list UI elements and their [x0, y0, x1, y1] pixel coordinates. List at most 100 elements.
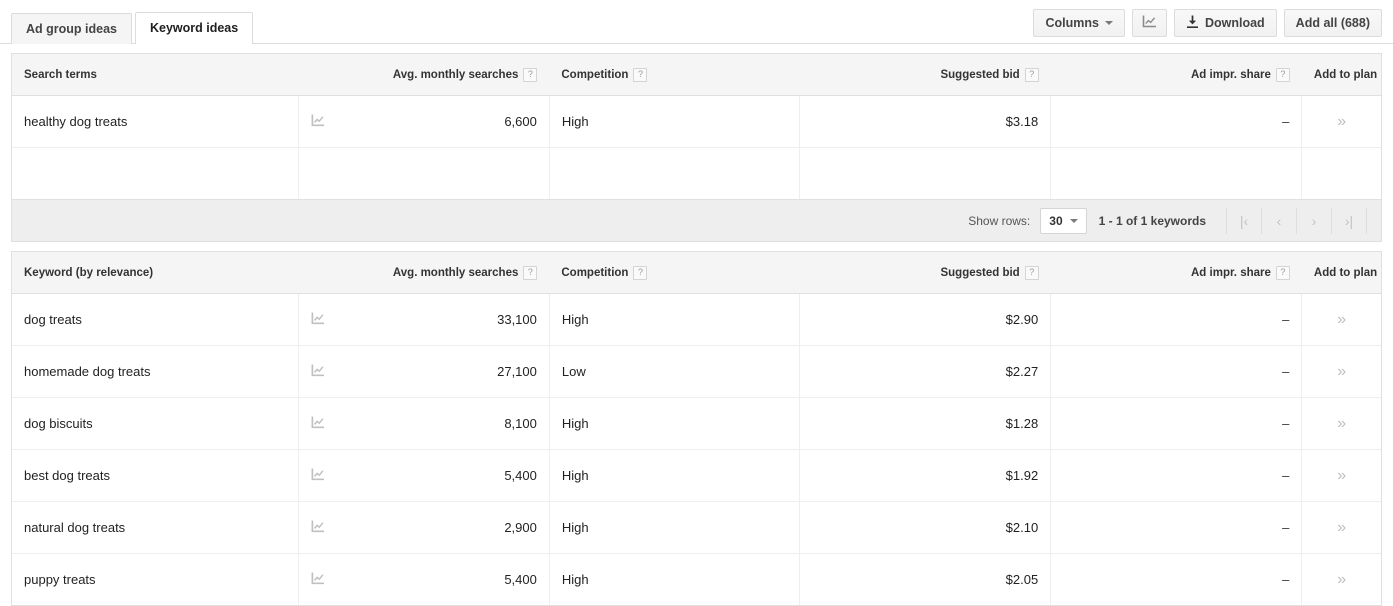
add-all-button[interactable]: Add all (688)	[1283, 9, 1382, 37]
spacer-cell	[548, 147, 800, 199]
cell-avg-monthly-searches: 8,100	[297, 397, 550, 450]
cell-avg-monthly-searches: 2,900	[297, 501, 550, 554]
help-icon[interactable]: ?	[1275, 67, 1290, 82]
column-header-competition[interactable]: Competition?	[549, 54, 800, 96]
ad-impr-share-value: –	[1282, 312, 1290, 327]
download-button[interactable]: Download	[1173, 9, 1277, 37]
cell-search-term: healthy dog treats	[12, 95, 299, 148]
cell-avg-monthly-searches: 33,100	[297, 293, 550, 346]
table-row[interactable]: best dog treats 5,400 High $1.92 – »	[12, 449, 1381, 502]
column-header-suggested-bid[interactable]: Suggested bid?	[799, 252, 1051, 294]
line-chart-icon	[1142, 15, 1157, 31]
cell-add-to-plan: »	[1301, 293, 1381, 346]
tab-ad-group-ideas[interactable]: Ad group ideas	[11, 13, 132, 44]
cell-keyword: homemade dog treats	[12, 345, 299, 398]
trend-chart-icon[interactable]	[311, 114, 325, 130]
help-icon[interactable]: ?	[523, 265, 538, 280]
next-page-button[interactable]: ›	[1296, 207, 1331, 234]
help-icon[interactable]: ?	[633, 67, 648, 82]
cell-avg-monthly-searches: 6,600	[297, 95, 550, 148]
table-row[interactable]: puppy treats 5,400 High $2.05 – »	[12, 553, 1381, 606]
pagination-range: 1 - 1 of 1 keywords	[1098, 213, 1206, 228]
cell-ad-impr-share: –	[1050, 293, 1302, 346]
trend-chart-icon[interactable]	[311, 416, 325, 432]
cell-add-to-plan: »	[1301, 553, 1381, 605]
table-row[interactable]: healthy dog treats 6,600 High $3.18 – »	[12, 95, 1381, 148]
column-label: Ad impr. share	[1191, 266, 1271, 279]
suggested-bid-value: $2.27	[1005, 364, 1039, 379]
pagination-controls: |‹ ‹ › ›|	[1226, 207, 1367, 234]
cell-suggested-bid: $2.10	[799, 501, 1051, 554]
trend-chart-icon[interactable]	[311, 520, 325, 536]
first-page-button[interactable]: |‹	[1226, 207, 1261, 234]
avg-searches-value: 6,600	[504, 114, 537, 129]
column-header-competition[interactable]: Competition?	[549, 252, 800, 294]
add-all-label: Add all (688)	[1295, 16, 1370, 30]
avg-searches-value: 33,100	[497, 312, 537, 327]
columns-button[interactable]: Columns	[1033, 9, 1125, 37]
add-to-plan-button[interactable]: »	[1337, 571, 1346, 588]
trend-chart-icon[interactable]	[311, 468, 325, 484]
tab-label: Keyword ideas	[149, 21, 239, 35]
column-header-search-terms[interactable]: Search terms	[12, 54, 299, 96]
trend-chart-icon[interactable]	[311, 364, 325, 380]
trend-chart-icon[interactable]	[311, 312, 325, 328]
column-header-keyword[interactable]: Keyword (by relevance)	[12, 252, 299, 294]
column-header-ad-impr-share[interactable]: Ad impr. share?	[1050, 54, 1302, 96]
trend-chart-icon[interactable]	[311, 572, 325, 588]
table-row[interactable]: natural dog treats 2,900 High $2.10 – »	[12, 501, 1381, 554]
column-header-ad-impr-share[interactable]: Ad impr. share?	[1050, 252, 1302, 294]
help-icon[interactable]: ?	[523, 67, 538, 82]
keyword-rows: dog treats 33,100 High $2.90 – » homemad…	[12, 293, 1381, 606]
help-icon[interactable]: ?	[633, 265, 648, 280]
rows-per-page-select[interactable]: 30	[1040, 207, 1087, 234]
add-to-plan-button[interactable]: »	[1337, 113, 1346, 130]
cell-keyword: puppy treats	[12, 554, 298, 606]
ad-impr-share-value: –	[1282, 416, 1290, 431]
cell-suggested-bid: $2.27	[799, 345, 1051, 398]
column-header-suggested-bid[interactable]: Suggested bid?	[799, 54, 1051, 96]
table-row[interactable]: homemade dog treats 27,100 Low $2.27 – »	[12, 345, 1381, 398]
add-to-plan-button[interactable]: »	[1337, 311, 1346, 328]
cell-keyword: natural dog treats	[12, 501, 299, 554]
competition-value: High	[561, 416, 589, 431]
cell-keyword: dog treats	[12, 293, 299, 346]
competition-value: High	[561, 312, 589, 327]
chevron-down-icon	[1069, 218, 1078, 223]
add-to-plan-button[interactable]: »	[1337, 363, 1346, 380]
competition-value: High	[561, 468, 589, 483]
tab-strip: Ad group ideas Keyword ideas Columns Dow…	[0, 0, 1393, 44]
add-to-plan-button[interactable]: »	[1337, 415, 1346, 432]
cell-competition: High	[548, 293, 800, 346]
table-row[interactable]: dog biscuits 8,100 High $1.28 – »	[12, 397, 1381, 450]
avg-searches-value: 5,400	[504, 468, 537, 483]
cell-suggested-bid: $2.05	[799, 553, 1051, 605]
help-icon[interactable]: ?	[1275, 265, 1290, 280]
tab-keyword-ideas[interactable]: Keyword ideas	[134, 12, 254, 44]
cell-ad-impr-share: –	[1050, 449, 1302, 502]
table-row[interactable]: dog treats 33,100 High $2.90 – »	[12, 293, 1381, 346]
toolbar: Columns Download Add all (688)	[1033, 9, 1382, 37]
cell-keyword: dog biscuits	[12, 397, 299, 450]
ad-impr-share-value: –	[1282, 114, 1290, 129]
column-header-avg-monthly-searches[interactable]: Avg. monthly searches?	[298, 252, 550, 294]
last-page-button[interactable]: ›|	[1331, 207, 1367, 234]
chart-view-button[interactable]	[1131, 9, 1167, 37]
add-to-plan-button[interactable]: »	[1337, 519, 1346, 536]
column-label: Competition	[561, 68, 629, 81]
competition-value: High	[561, 114, 589, 129]
help-icon[interactable]: ?	[1024, 265, 1039, 280]
keyword-text: dog treats	[24, 312, 82, 327]
suggested-bid-value: $2.05	[1005, 572, 1039, 587]
cell-ad-impr-share: –	[1050, 553, 1302, 605]
cell-ad-impr-share: –	[1050, 501, 1302, 554]
previous-page-button[interactable]: ‹	[1261, 207, 1296, 234]
column-header-add-to-plan: Add to plan	[1301, 252, 1381, 294]
cell-ad-impr-share: –	[1050, 95, 1302, 148]
add-to-plan-button[interactable]: »	[1337, 467, 1346, 484]
download-icon	[1186, 15, 1199, 32]
cell-competition: High	[548, 449, 800, 502]
column-header-avg-monthly-searches[interactable]: Avg. monthly searches?	[298, 54, 550, 96]
help-icon[interactable]: ?	[1024, 67, 1039, 82]
cell-competition: High	[548, 95, 800, 148]
